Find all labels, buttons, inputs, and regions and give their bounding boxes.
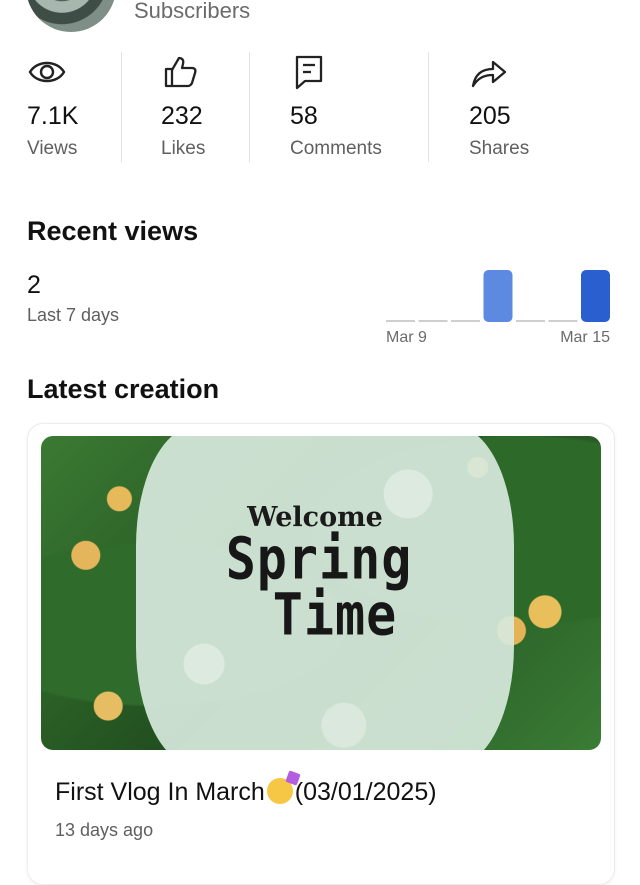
video-title-date: (03/01/2025) <box>294 778 437 806</box>
latest-creation-heading: Latest creation <box>27 374 220 404</box>
chart-bar <box>386 320 415 322</box>
comments-value: 58 <box>290 102 318 130</box>
shares-label: Shares <box>469 138 530 159</box>
chart-tick-label: Mar 9 <box>386 329 427 346</box>
chart-bar <box>418 320 448 322</box>
video-age: 13 days ago <box>55 820 154 840</box>
chart-bar <box>516 320 545 322</box>
stat-divider <box>121 52 122 162</box>
video-title[interactable]: First Vlog In March (03/01/2025) <box>55 778 437 807</box>
chart-bar <box>581 270 610 322</box>
chart-tick-label: Mar 15 <box>560 329 610 346</box>
video-thumbnail[interactable]: Welcome Spring Time <box>41 436 601 750</box>
likes-value: 232 <box>161 102 203 130</box>
share-icon <box>471 60 507 88</box>
stat-divider <box>428 52 429 162</box>
comment-icon <box>295 55 323 90</box>
recent-views-period: Last 7 days <box>27 305 120 325</box>
comments-label: Comments <box>290 138 382 159</box>
eye-icon <box>28 61 66 83</box>
chart-bar <box>451 320 480 322</box>
views-label: Views <box>27 138 78 159</box>
channel-avatar[interactable] <box>26 0 116 32</box>
thumbs-up-icon <box>164 56 197 88</box>
subscribers-label: Subscribers <box>134 0 251 23</box>
chart-bar <box>548 320 578 322</box>
recent-views-value: 2 <box>27 271 41 299</box>
chart-bar <box>483 270 513 322</box>
recent-views-chart[interactable]: Mar 9 Mar 15 <box>380 258 620 348</box>
likes-label: Likes <box>161 138 206 159</box>
partying-face-icon <box>266 778 293 804</box>
thumbnail-time-text: Time <box>272 581 398 649</box>
latest-creation-card[interactable]: Welcome Spring Time First Vlog In March (… <box>27 423 615 885</box>
recent-views-heading: Recent views <box>27 216 199 246</box>
views-value: 7.1K <box>27 102 79 130</box>
stat-divider <box>249 52 250 162</box>
stats-row: 7.1K Views 232 Likes 58 Comments 205 Sha… <box>0 50 640 164</box>
video-title-text: First Vlog In March <box>55 778 265 806</box>
shares-value: 205 <box>469 102 511 130</box>
thumbnail-panel: Welcome Spring Time <box>136 436 514 750</box>
